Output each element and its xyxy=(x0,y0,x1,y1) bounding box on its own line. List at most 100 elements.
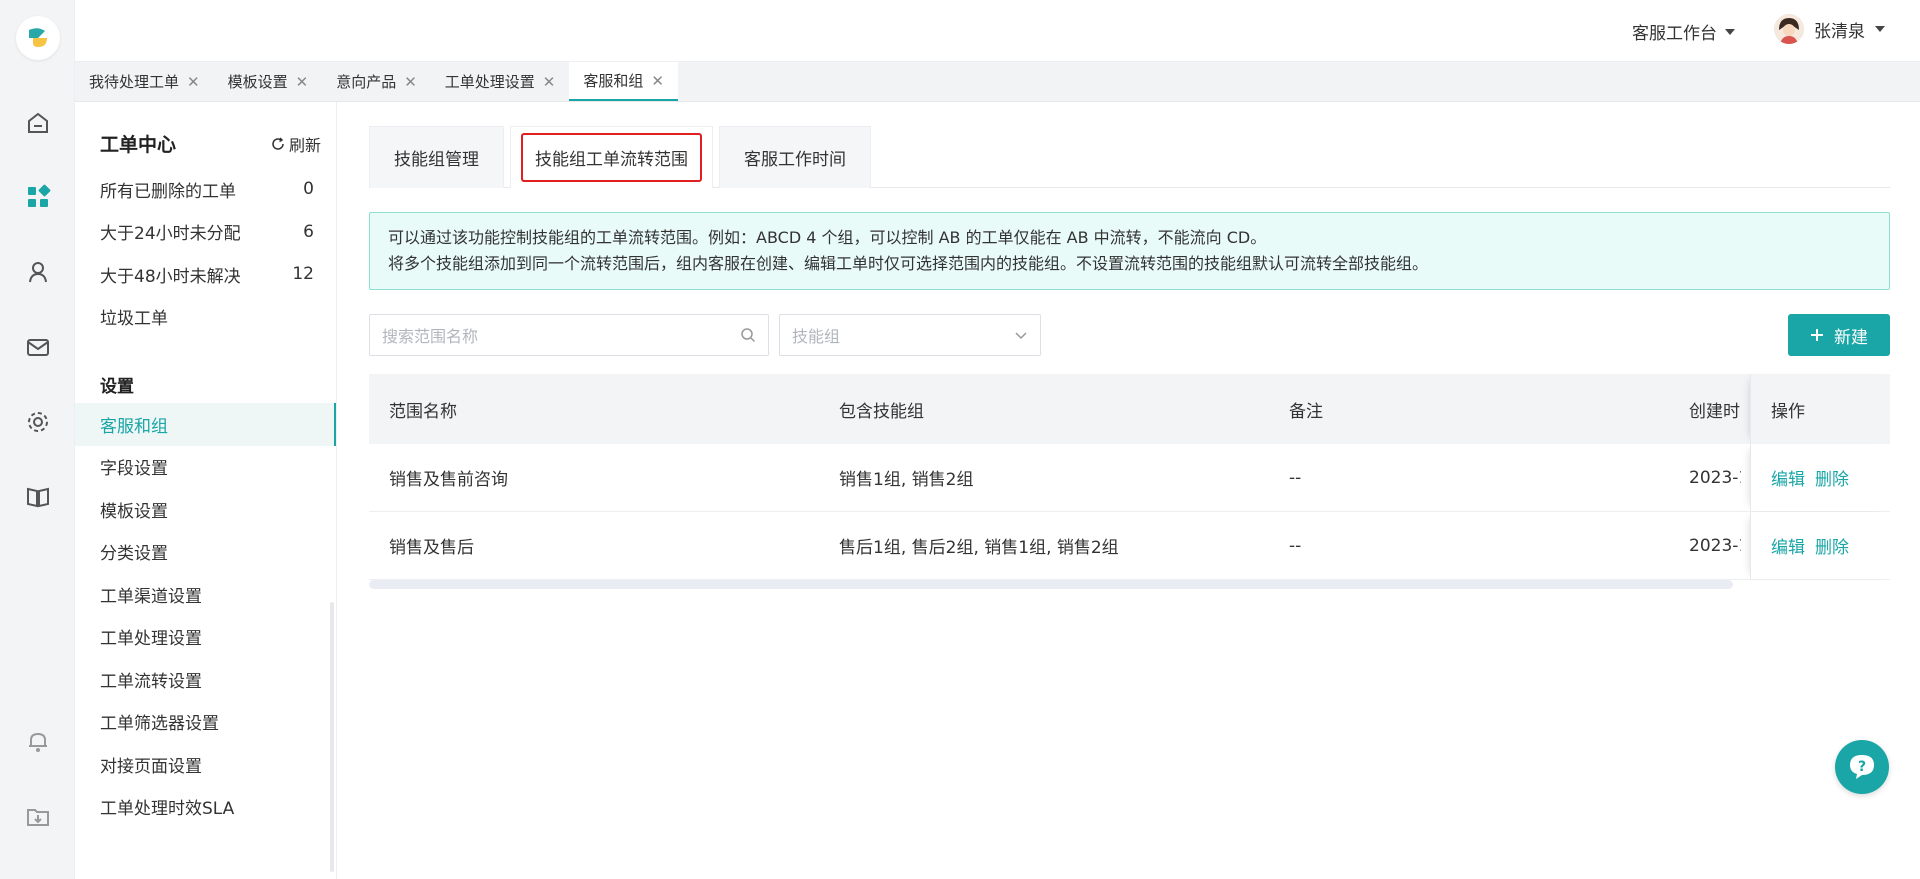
quick-filter-list: 所有已删除的工单 0 大于24小时未分配 6 大于48小时未解决 12 垃圾工单 xyxy=(75,168,336,338)
close-icon[interactable]: ✕ xyxy=(187,73,200,91)
skill-group-select[interactable]: 技能组 xyxy=(779,314,1041,356)
tab-service-hours[interactable]: 客服工作时间 xyxy=(719,126,871,188)
table-horizontal-scrollbar[interactable] xyxy=(369,580,1733,589)
bell-icon[interactable] xyxy=(20,723,56,759)
app-logo[interactable] xyxy=(16,16,60,60)
sidebar-item-label: 字段设置 xyxy=(100,459,168,480)
sidebar-item-count: 6 xyxy=(303,221,314,242)
column-header: 操作 xyxy=(1750,374,1890,444)
select-placeholder: 技能组 xyxy=(792,327,841,346)
refresh-button[interactable]: 刷新 xyxy=(271,132,321,156)
page-tab[interactable]: 意向产品 ✕ xyxy=(322,62,431,101)
sidebar-item-count: 0 xyxy=(303,179,314,200)
workbench-dropdown[interactable]: 客服工作台 xyxy=(1632,19,1735,44)
sidebar-item[interactable]: 分类设置 xyxy=(75,531,336,574)
content-tabs: 技能组管理 技能组工单流转范围 客服工作时间 xyxy=(369,126,1890,188)
sidebar-item[interactable]: 工单渠道设置 xyxy=(75,573,336,616)
row-actions: 编辑 删除 xyxy=(1750,512,1890,579)
top-header: 客服工作台 张清泉 xyxy=(75,0,1920,62)
page-tab[interactable]: 模板设置 ✕ xyxy=(214,62,323,101)
sidebar-item[interactable]: 大于24小时未分配 6 xyxy=(75,211,336,254)
plus-icon xyxy=(1811,329,1823,341)
sidebar-item-customer-service-groups[interactable]: 客服和组 xyxy=(75,403,336,446)
home-icon[interactable] xyxy=(20,105,56,141)
row-actions: 编辑 删除 xyxy=(1750,444,1890,511)
sidebar-item[interactable]: 工单流转设置 xyxy=(75,658,336,701)
sidebar-item-label: 大于24小时未分配 xyxy=(100,224,241,245)
main-content: 技能组管理 技能组工单流转范围 客服工作时间 可以通过该功能控制技能组的工单流转… xyxy=(338,102,1920,879)
scope-name: 销售及售前咨询 xyxy=(389,470,508,490)
close-icon[interactable]: ✕ xyxy=(543,73,556,91)
caret-down-icon xyxy=(1875,26,1885,32)
sidebar-item-label: 工单渠道设置 xyxy=(100,586,202,607)
table-row: 销售及售前咨询 销售1组, 销售2组 -- 2023-1 编辑 删除 xyxy=(369,444,1890,512)
included-groups: 销售1组, 销售2组 xyxy=(839,470,974,490)
sidebar-item-label: 工单处理时效SLA xyxy=(100,799,235,820)
table-header: 范围名称 包含技能组 备注 创建时 操作 xyxy=(369,374,1890,444)
close-icon[interactable]: ✕ xyxy=(296,73,309,91)
search-input[interactable]: 搜索范围名称 xyxy=(369,314,769,356)
page-tab[interactable]: 我待处理工单 ✕ xyxy=(75,62,214,101)
created-time: 2023-1 xyxy=(1689,535,1741,556)
page-tab-label: 工单处理设置 xyxy=(444,73,535,91)
sidebar-item-label: 工单流转设置 xyxy=(100,671,202,692)
page-tab-label: 我待处理工单 xyxy=(89,73,180,91)
tab-skill-group-management[interactable]: 技能组管理 xyxy=(369,126,504,188)
tab-label: 技能组管理 xyxy=(394,150,479,170)
mail-icon[interactable] xyxy=(20,329,56,365)
help-button[interactable]: ? xyxy=(1835,740,1889,794)
refresh-icon xyxy=(272,136,284,150)
download-folder-icon[interactable] xyxy=(20,799,56,835)
close-icon[interactable]: ✕ xyxy=(404,73,417,91)
sidebar-item[interactable]: 工单处理时效SLA xyxy=(75,786,336,829)
sidebar-item-label: 垃圾工单 xyxy=(100,309,168,330)
settings-list: 客服和组 字段设置 模板设置 分类设置 工单渠道设置 工单处理设置 工单流转设置… xyxy=(75,403,336,828)
sidebar-item-label: 所有已删除的工单 xyxy=(100,181,236,202)
new-button[interactable]: 新建 xyxy=(1788,314,1890,356)
user-name: 张清泉 xyxy=(1814,21,1865,42)
sidebar-title: 工单中心 xyxy=(100,134,177,156)
tab-label: 客服工作时间 xyxy=(744,150,846,170)
new-button-label: 新建 xyxy=(1834,327,1868,348)
tab-skill-group-flow-scope[interactable]: 技能组工单流转范围 xyxy=(510,126,713,188)
page-tab-label: 意向产品 xyxy=(336,73,397,91)
sidebar-item[interactable]: 模板设置 xyxy=(75,488,336,531)
close-icon[interactable]: ✕ xyxy=(651,72,664,90)
column-header: 备注 xyxy=(1289,401,1323,422)
sidebar-item-label: 工单处理设置 xyxy=(100,629,202,650)
page-tab-strip: 我待处理工单 ✕ 模板设置 ✕ 意向产品 ✕ 工单处理设置 ✕ 客服和组 ✕ xyxy=(75,62,1920,102)
edit-button[interactable]: 编辑 xyxy=(1771,465,1805,490)
book-icon[interactable] xyxy=(20,479,56,515)
sidebar-item[interactable]: 对接页面设置 xyxy=(75,743,336,786)
edit-button[interactable]: 编辑 xyxy=(1771,533,1805,558)
sidebar-item-label: 分类设置 xyxy=(100,544,168,565)
secondary-sidebar: 工单中心 刷新 所有已删除的工单 0 大于24小时未分配 6 大于48小时未解决… xyxy=(75,102,337,879)
apps-icon[interactable] xyxy=(20,179,56,215)
notice-line: 可以通过该功能控制技能组的工单流转范围。例如：ABCD 4 个组，可以控制 AB… xyxy=(388,228,1267,247)
user-menu[interactable]: 张清泉 xyxy=(1774,14,1885,44)
customer-service-icon[interactable] xyxy=(20,254,56,290)
help-chat-icon: ? xyxy=(1850,755,1874,779)
logo-icon xyxy=(29,28,47,47)
sidebar-item[interactable]: 所有已删除的工单 0 xyxy=(75,168,336,211)
sidebar-item-count: 12 xyxy=(292,264,314,285)
delete-button[interactable]: 删除 xyxy=(1815,533,1849,558)
sidebar-item-label: 大于48小时未解决 xyxy=(100,266,241,287)
sidebar-item[interactable]: 字段设置 xyxy=(75,446,336,489)
column-header: 包含技能组 xyxy=(839,401,924,422)
created-time: 2023-1 xyxy=(1689,467,1741,488)
sidebar-item[interactable]: 垃圾工单 xyxy=(75,296,336,339)
sidebar-item[interactable]: 大于48小时未解决 12 xyxy=(75,253,336,296)
column-header: 范围名称 xyxy=(389,401,457,422)
page-tab[interactable]: 工单处理设置 ✕ xyxy=(431,62,570,101)
sidebar-item[interactable]: 工单筛选器设置 xyxy=(75,701,336,744)
table-row: 销售及售后 售后1组, 售后2组, 销售1组, 销售2组 -- 2023-1 编… xyxy=(369,512,1890,580)
info-notice: 可以通过该功能控制技能组的工单流转范围。例如：ABCD 4 个组，可以控制 AB… xyxy=(369,212,1890,290)
page-tab-active[interactable]: 客服和组 ✕ xyxy=(569,62,678,101)
delete-button[interactable]: 删除 xyxy=(1815,465,1849,490)
settings-icon[interactable] xyxy=(20,404,56,440)
sidebar-item[interactable]: 工单处理设置 xyxy=(75,616,336,659)
avatar xyxy=(1774,14,1804,44)
workbench-label: 客服工作台 xyxy=(1632,24,1717,44)
sidebar-scrollbar[interactable] xyxy=(330,602,334,872)
